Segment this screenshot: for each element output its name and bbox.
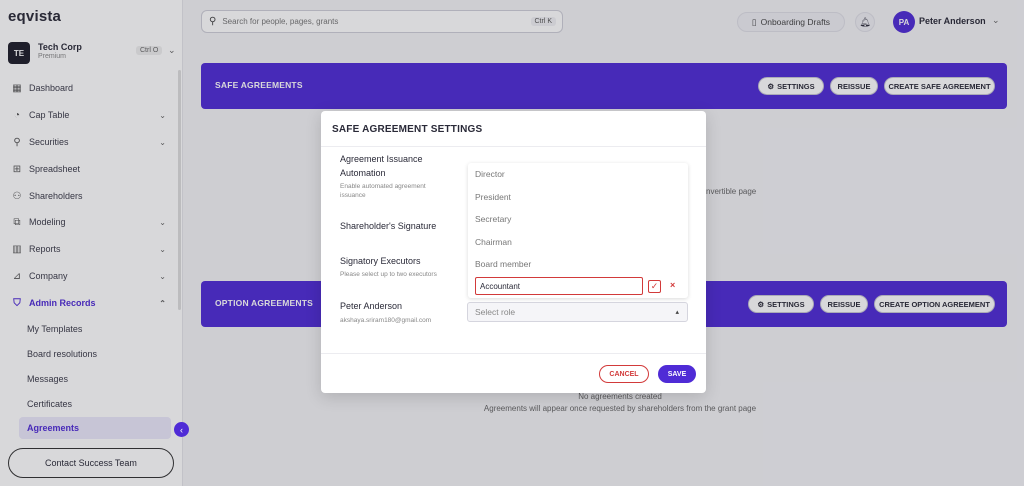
role-option-chairman[interactable]: Chairman [475,237,512,247]
check-icon[interactable]: ✓ [648,280,661,293]
signature-label: Shareholder's Signature [340,221,437,231]
close-icon[interactable]: × [670,280,675,290]
executors-label: Signatory Executors [340,256,421,266]
role-option-board-member[interactable]: Board member [475,259,531,269]
issuance-hint-line1: Enable automated agreement [340,183,426,190]
safe-agreement-settings-modal: SAFE AGREEMENT SETTINGS Agreement Issuan… [321,111,706,393]
role-option-secretary[interactable]: Secretary [475,214,511,224]
role-select-placeholder: Select role [475,307,516,317]
role-option-president[interactable]: President [475,192,511,202]
chevron-up-icon: ▴ [675,309,679,316]
cancel-button[interactable]: CANCEL [599,365,649,383]
modal-title: SAFE AGREEMENT SETTINGS [332,124,483,135]
role-select[interactable]: Select role ▴ [467,302,688,322]
executor-name: Peter Anderson [340,301,403,311]
save-button[interactable]: SAVE [658,365,696,383]
new-role-input[interactable]: Accountant [475,277,643,295]
issuance-hint-line2: issuance [340,192,366,199]
modal-header-divider [321,146,706,147]
issuance-label-line1: Agreement Issuance [340,154,423,164]
role-option-director[interactable]: Director [475,169,505,179]
modal-footer-divider [321,353,706,354]
issuance-label-line2: Automation [340,168,386,178]
executors-hint: Please select up to two executors [340,271,437,278]
collapse-sidebar-icon[interactable]: ‹ [174,422,189,437]
executor-email: akshaya.sriram180@gmail.com [340,317,432,324]
